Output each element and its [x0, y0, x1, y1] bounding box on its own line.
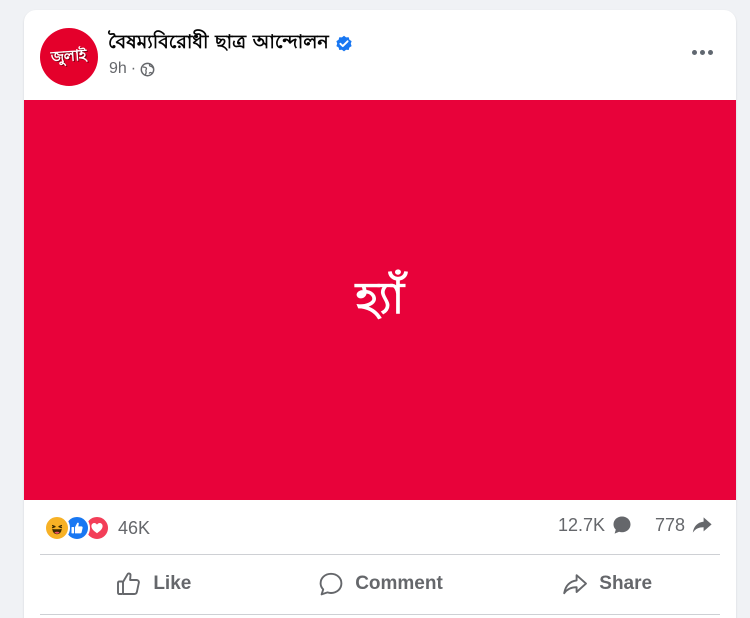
- comment-button[interactable]: Comment: [267, 556, 494, 612]
- more-options-icon[interactable]: [684, 38, 720, 66]
- stats-divider: [40, 554, 720, 555]
- post-image-text: হ্যাঁ: [355, 272, 405, 324]
- meta-separator: ·: [130, 60, 137, 77]
- like-button-label: Like: [153, 573, 192, 594]
- feed-left-margin: [0, 0, 24, 618]
- share-arrow-icon: [691, 514, 713, 536]
- post-timestamp[interactable]: 9h: [109, 60, 127, 78]
- avatar-logo-text: জুলাই: [50, 45, 88, 66]
- globe-icon[interactable]: [140, 62, 155, 77]
- page-name[interactable]: বৈষম্যবিরোধী ছাত্র আন্দোলন: [108, 28, 329, 60]
- feed-page: জুলাই বৈষম্যবিরোধী ছাত্র আন্দোলন 9h · হ্…: [0, 0, 750, 618]
- post-header: জুলাই বৈষম্যবিরোধী ছাত্র আন্দোলন 9h ·: [24, 10, 736, 100]
- share-count: 778: [655, 514, 686, 535]
- verified-badge-icon: [335, 35, 353, 53]
- actions-divider: [40, 614, 720, 615]
- shares-count-link[interactable]: 778: [655, 514, 713, 536]
- share-icon: [561, 570, 589, 598]
- comment-count: 12.7K: [558, 514, 606, 535]
- more-dot: [707, 49, 713, 55]
- page-avatar[interactable]: জুলাই: [40, 28, 98, 86]
- comment-icon: [317, 570, 345, 598]
- post-card: জুলাই বৈষম্যবিরোধী ছাত্র আন্দোলন 9h · হ্…: [24, 10, 736, 618]
- like-button[interactable]: Like: [40, 556, 267, 612]
- post-stats: 46K 12.7K 778: [24, 500, 736, 556]
- post-actions: Like Comment Share: [40, 556, 720, 612]
- reaction-count: 46K: [118, 517, 151, 538]
- haha-reaction-icon: [44, 515, 70, 541]
- comment-button-label: Comment: [355, 573, 443, 594]
- comments-count-link[interactable]: 12.7K: [558, 514, 633, 536]
- reactions-summary[interactable]: 46K: [44, 515, 150, 541]
- post-meta: 9h ·: [109, 60, 155, 78]
- more-dot: [699, 49, 705, 55]
- post-image[interactable]: হ্যাঁ: [24, 100, 736, 500]
- share-button-label: Share: [599, 573, 653, 594]
- share-button[interactable]: Share: [493, 556, 720, 612]
- thumbs-up-icon: [115, 570, 143, 598]
- comment-bubble-icon: [611, 514, 633, 536]
- page-name-row: বৈষম্যবিরোধী ছাত্র আন্দোলন: [108, 28, 353, 60]
- more-dot: [691, 49, 697, 55]
